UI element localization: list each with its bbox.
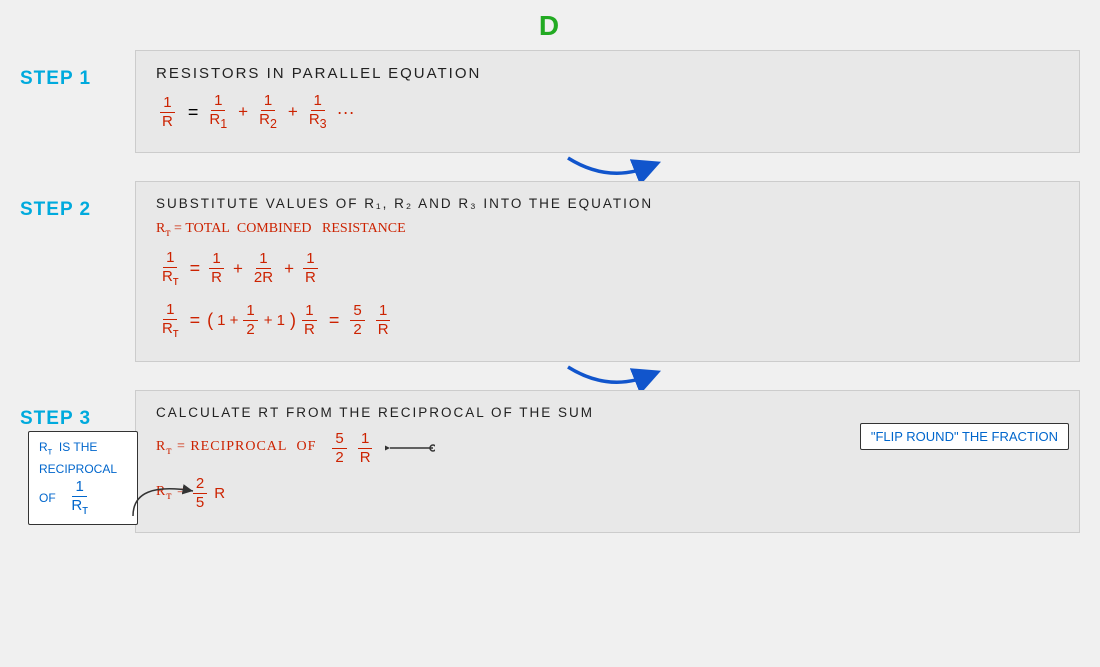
step-1-row: STEP 1 RESISTORS IN PARALLEL EQUATION 1 … [20,50,1080,153]
steps-container: STEP 1 RESISTORS IN PARALLEL EQUATION 1 … [20,50,1080,533]
annotation-line-2: RECIPROCAL [39,460,127,478]
frac-1-R-d: 1 R [375,302,392,339]
frac-1-R-step3: 1 R [357,430,374,467]
frac-1-R: 1 R [159,94,176,131]
annotation-line-1: Rт IS THE [39,438,127,459]
step-3-formula-2: Rт = 2 5 R [156,475,1059,512]
step-2-box: SUBSTITUTE VALUES OF R₁, R₂ AND R₃ INTO … [135,181,1080,362]
frac-1-2: 1 2 [243,302,257,339]
annotation-line-3: OF 1 Rт [39,478,127,518]
step-3-row: STEP 3 CALCULATE Rт FROM THE RECIPROCAL … [20,390,1080,533]
step-1-title: RESISTORS IN PARALLEL EQUATION [156,65,1059,82]
step-3-box: CALCULATE Rт FROM THE RECIPROCAL OF THE … [135,390,1080,533]
frac-5-2: 5 2 [350,302,364,339]
step-1-box: RESISTORS IN PARALLEL EQUATION 1 R = 1 R… [135,50,1080,153]
step-2-label: STEP 2 [20,181,135,362]
frac-1-R-a: 1 R [208,250,225,287]
step-3-formula-1: Rт = RECIPROCAL OF 5 2 1 R [156,430,1059,467]
step-1-label: STEP 1 [20,50,135,153]
frac-5-2-step3: 5 2 [332,430,346,467]
arrow-svg-1 [548,153,668,181]
flip-arrow [385,438,435,458]
step-2-title: SUBSTITUTE VALUES OF R₁, R₂ AND R₃ INTO … [156,196,1059,211]
step-2-formula-1: 1 Rт = 1 R + 1 2R + 1 [156,249,1059,289]
step-2-formula-2: 1 Rт = ( 1 + 1 2 + 1 ) 1 R [156,301,1059,341]
frac-1-R-b: 1 R [302,250,319,287]
step-2-row: STEP 2 SUBSTITUTE VALUES OF R₁, R₂ AND R… [20,181,1080,362]
frac-1-2R: 1 2R [251,250,276,287]
frac-1-RT-annot: 1 Rт [68,478,91,518]
arrow-svg-2 [548,362,668,390]
frac-1-R3: 1 R3 [306,92,330,132]
annotation-arrow [128,471,208,521]
frac-1-R2: 1 R2 [256,92,280,132]
page-title: D [20,10,1080,42]
arrow-1-2 [135,153,1080,181]
step-3-title: CALCULATE Rт FROM THE RECIPROCAL OF THE … [156,405,1059,420]
frac-1-RT: 1 Rт [159,249,182,289]
page: D STEP 1 RESISTORS IN PARALLEL EQUATION … [0,0,1100,667]
step-1-formula: 1 R = 1 R1 + 1 R2 + [156,92,1059,132]
arrow-2-3 [135,362,1080,390]
frac-1-R1: 1 R1 [206,92,230,132]
step-2-subtitle: Rт = TOTAL COMBINED RESISTANCE [156,221,1059,239]
reciprocal-annotation: Rт IS THE RECIPROCAL OF 1 Rт [28,431,138,524]
frac-1-R-c: 1 R [301,302,318,339]
frac-1-RT-2: 1 Rт [159,301,182,341]
